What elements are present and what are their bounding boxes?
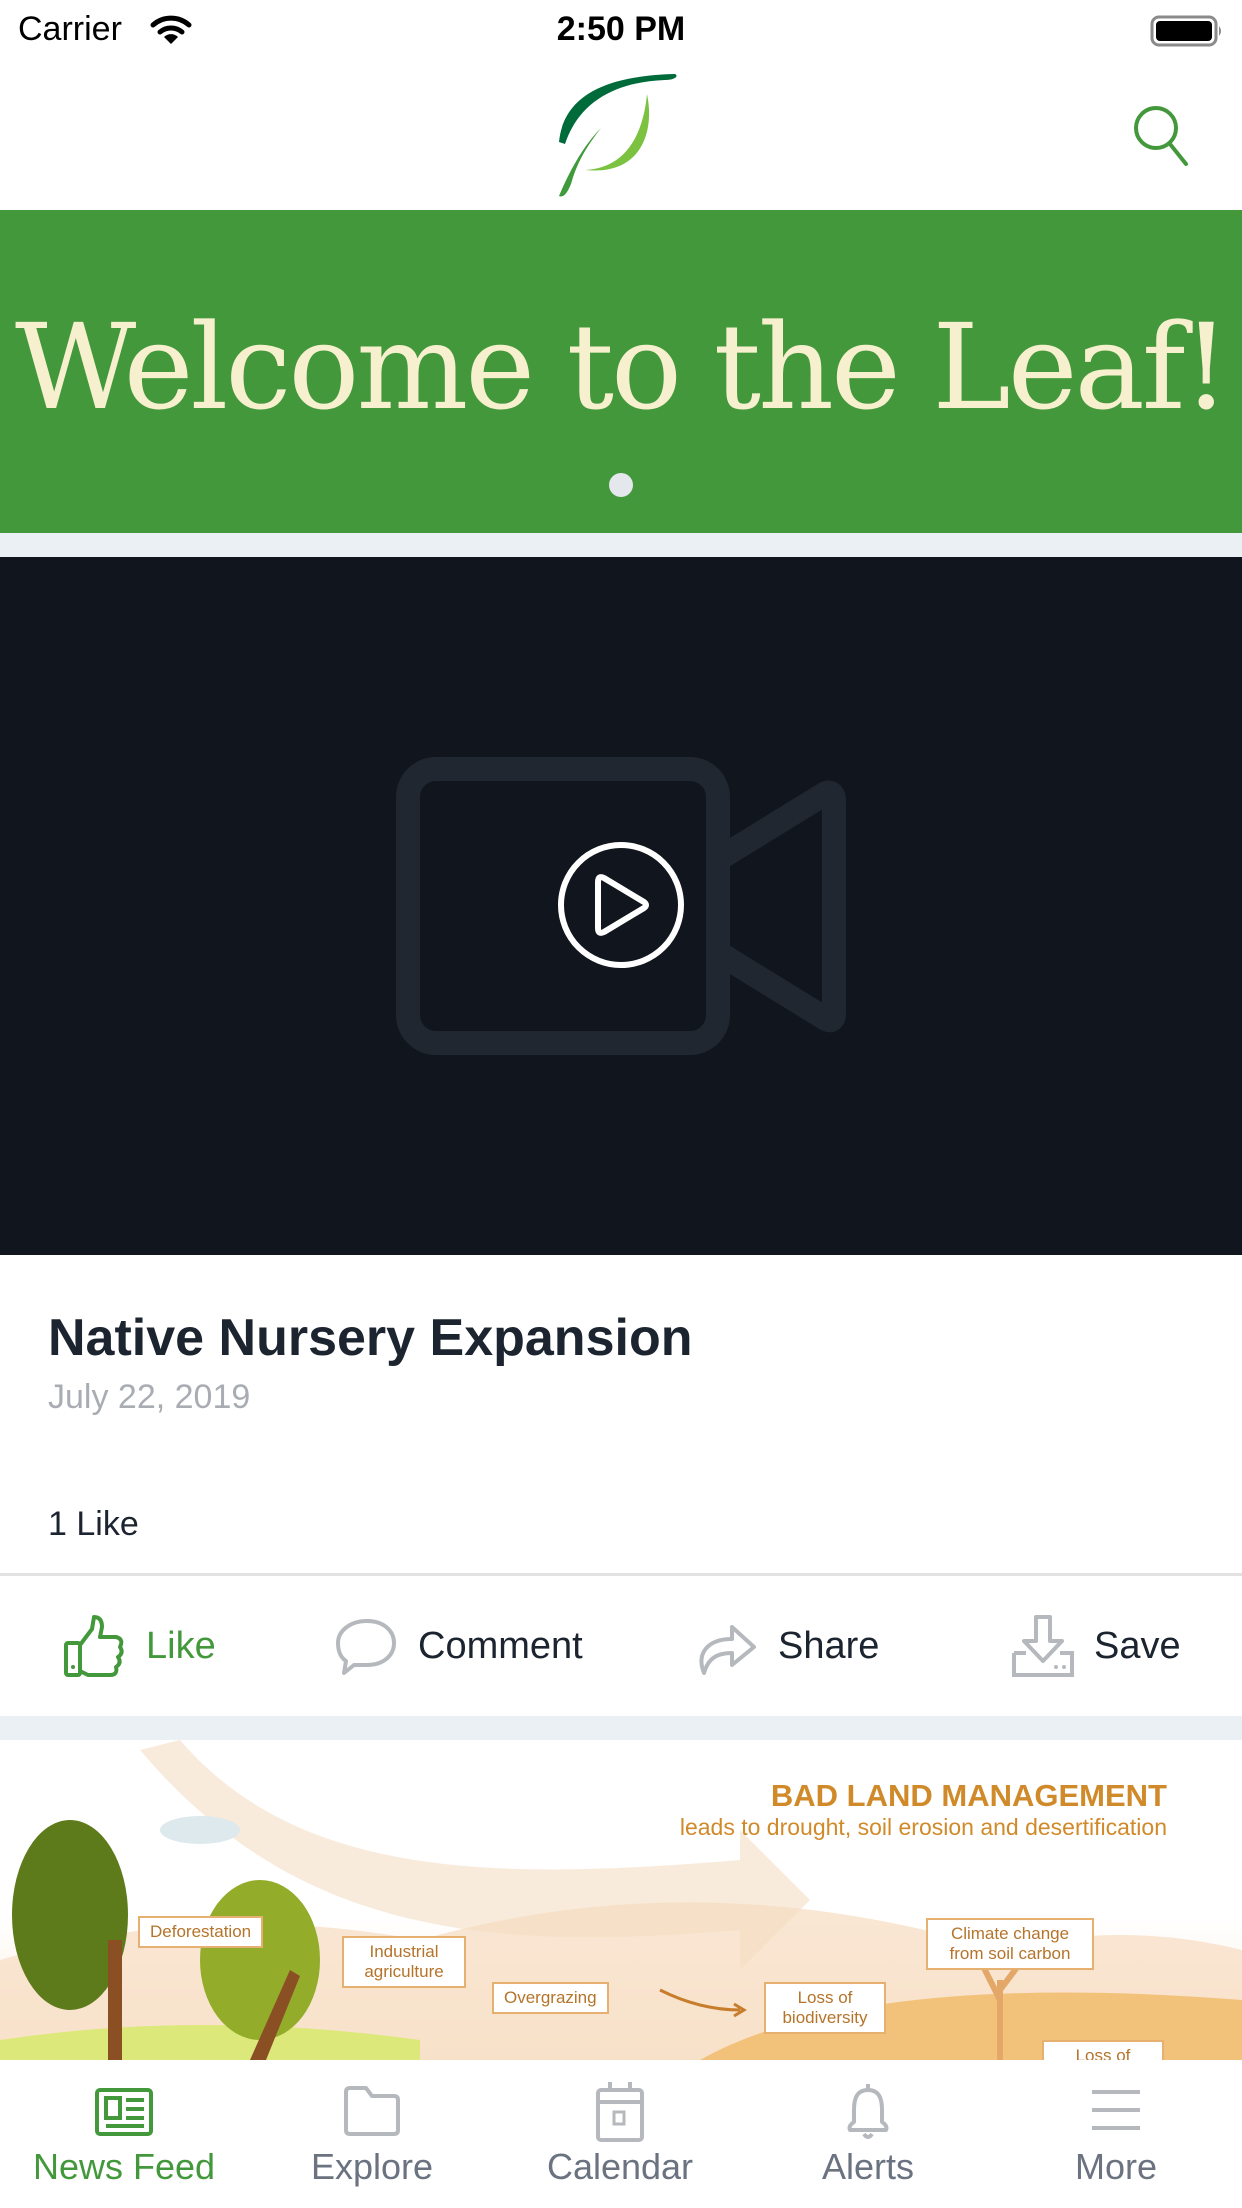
folder-icon (344, 2086, 400, 2136)
next-post-image[interactable]: BAD LAND MANAGEMENT leads to drought, so… (0, 1740, 1242, 2060)
like-count[interactable]: 1 Like (48, 1505, 139, 1544)
tab-news-feed[interactable]: News Feed (0, 2060, 248, 2208)
banner-title: Welcome to the Leaf! (15, 298, 1230, 436)
section-separator (0, 1716, 1242, 1740)
calendar-icon (596, 2082, 644, 2142)
post-date: July 22, 2019 (48, 1378, 251, 1416)
save-label: Save (1094, 1624, 1181, 1667)
tab-label: Explore (310, 2146, 434, 2187)
infographic-label: Overgrazing (492, 1982, 609, 2014)
download-icon (1012, 1615, 1074, 1677)
infographic-subtitle: leads to drought, soil erosion and deser… (679, 1814, 1167, 1840)
share-icon (699, 1625, 756, 1675)
video-player[interactable] (0, 557, 1242, 1255)
post-title[interactable]: Native Nursery Expansion (48, 1308, 692, 1368)
carousel-page-indicator[interactable] (609, 473, 633, 497)
share-label: Share (778, 1624, 880, 1667)
tab-explore[interactable]: Explore (248, 2060, 496, 2208)
post-actions: Like Comment Share Save (0, 1576, 1242, 1716)
infographic-label: Loss of (1042, 2040, 1164, 2060)
infographic-label: Loss of biodiversity (764, 1982, 886, 2034)
menu-icon (1092, 2090, 1140, 2130)
status-bar: Carrier 2:50 PM (0, 0, 1242, 60)
like-label: Like (146, 1624, 216, 1667)
bell-icon (847, 2084, 889, 2139)
tab-calendar[interactable]: Calendar (496, 2060, 744, 2208)
search-icon[interactable] (1128, 100, 1198, 170)
comment-icon (336, 1619, 396, 1675)
like-button[interactable]: Like (62, 1576, 216, 1716)
leaf-logo (559, 74, 677, 197)
thumbs-up-icon (64, 1615, 124, 1677)
newspaper-icon (95, 2088, 153, 2136)
infographic-label: Industrial agriculture (342, 1936, 466, 1988)
tab-label: More (1074, 2146, 1158, 2187)
clock: 2:50 PM (556, 10, 686, 48)
comment-button[interactable]: Comment (334, 1576, 583, 1716)
tab-more[interactable]: More (992, 2060, 1240, 2208)
tab-label: Calendar (546, 2146, 694, 2187)
section-separator (0, 533, 1242, 557)
infographic-title: BAD LAND MANAGEMENT (770, 1778, 1167, 1813)
comment-label: Comment (418, 1624, 583, 1667)
play-button-icon[interactable] (556, 840, 686, 970)
tab-label: Alerts (821, 2146, 915, 2187)
nav-bar (0, 60, 1242, 210)
infographic-label: Climate change from soil carbon (926, 1918, 1094, 1970)
infographic-label: Deforestation (138, 1916, 264, 1948)
tab-label: News Feed (32, 2146, 216, 2187)
tab-alerts[interactable]: Alerts (744, 2060, 992, 2208)
welcome-banner-carousel[interactable]: Welcome to the Leaf! (0, 210, 1242, 533)
share-button[interactable]: Share (694, 1576, 879, 1716)
save-button[interactable]: Save (1010, 1576, 1181, 1716)
battery-full-icon (1150, 15, 1221, 47)
tab-bar: News Feed Explore Calendar Alerts More (0, 2060, 1242, 2208)
